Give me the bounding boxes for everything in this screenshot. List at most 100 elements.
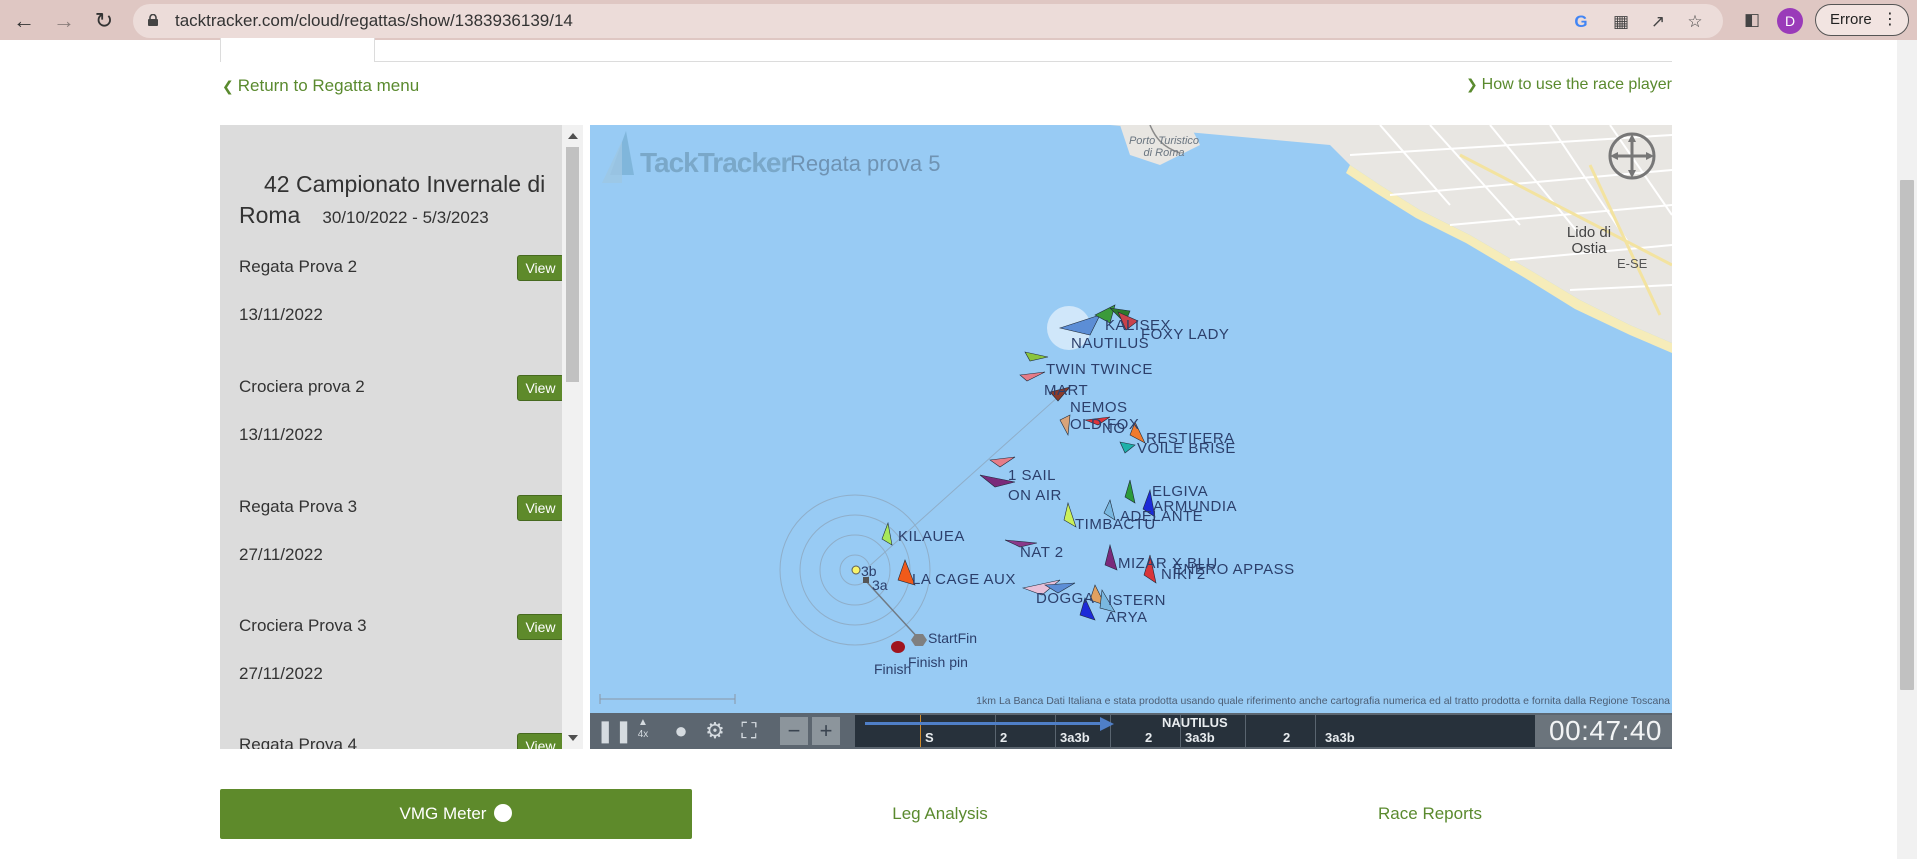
list-item: Crociera Prova 3 View 27/11/2022 (239, 614, 562, 734)
date-start: 30/10/2022 (322, 208, 408, 227)
date-separator: - (407, 208, 423, 227)
map-credit: 1km La Banca Dati Italiana e stata prodo… (590, 695, 1672, 707)
page-tab[interactable] (220, 38, 375, 62)
regatta-name: Regata Prova 2 (239, 257, 358, 276)
address-bar[interactable]: tacktracker.com/cloud/regattas/show/1383… (133, 4, 1723, 38)
scroll-up-icon[interactable] (568, 133, 578, 139)
timeline-tick (1315, 715, 1316, 747)
race-player-controls: ❚❚ ▲ 4x ● ⚙ ⛶ − + NAUTILUS S 2 3a3b 2 3a3… (590, 713, 1672, 749)
avatar[interactable]: D (1777, 8, 1803, 34)
share-icon[interactable]: ↗ (1648, 12, 1668, 32)
vmg-meter-label: VMG Meter (399, 804, 487, 823)
zoom-in-icon[interactable]: + (812, 717, 840, 745)
regatta-sidebar: 42 Campionato Invernale di Roma 30/10/202… (220, 125, 562, 749)
boat-label[interactable]: NAUTILUS (1071, 335, 1149, 352)
translate-icon[interactable]: ▦ (1611, 12, 1631, 32)
error-button[interactable]: Errore ⋮ (1815, 4, 1909, 36)
boat-label[interactable]: TIMBACTU (1075, 516, 1156, 533)
return-to-regatta-menu-link[interactable]: ❮ Return to Regatta menu (222, 76, 419, 96)
regatta-date: 27/11/2022 (239, 664, 323, 683)
list-item: Crociera prova 2 View 13/11/2022 (239, 375, 562, 495)
timeline-tick (1245, 715, 1246, 747)
race-reports-tab[interactable]: Race Reports (1340, 789, 1520, 839)
timeline-mark: 2 (1145, 730, 1153, 745)
lock-icon (148, 14, 158, 26)
sidebar-scrollbar[interactable] (562, 125, 583, 749)
forward-arrow-icon[interactable]: → (50, 8, 78, 34)
map-canvas (599, 125, 1672, 704)
boat-label[interactable]: ARYA (1106, 609, 1147, 626)
mark-label[interactable]: StartFin (928, 630, 977, 646)
date-end: 5/3/2023 (422, 208, 489, 227)
scrollbar-thumb[interactable] (566, 147, 579, 382)
more-icon: ⋮ (1882, 11, 1898, 28)
timeline-mark: 2 (1283, 730, 1291, 745)
compass-icon[interactable] (1607, 131, 1657, 181)
view-button[interactable]: View (517, 375, 562, 401)
boat-label[interactable]: KILAUEA (898, 528, 965, 545)
how-to-use-link[interactable]: ❯ How to use the race player (1466, 76, 1672, 94)
boat-label[interactable]: ISTERN (1108, 592, 1166, 609)
leg-analysis-tab[interactable]: Leg Analysis (850, 789, 1030, 839)
place-label-porto: Porto Turistico di Roma (1128, 135, 1200, 159)
scroll-down-icon[interactable] (568, 735, 578, 741)
championship-dates: 30/10/2022 - 5/3/2023 (322, 208, 488, 227)
timeline-progress (865, 722, 1105, 725)
boat-label[interactable]: ENERO APPASS (1173, 561, 1295, 578)
regatta-name: Crociera prova 2 (239, 377, 365, 396)
page-scrollbar-thumb[interactable] (1900, 180, 1914, 690)
place-label-lido: Lido di Ostia (1566, 224, 1612, 257)
view-button[interactable]: View (517, 255, 562, 281)
boat-label[interactable]: TWIN TWINCE (1046, 361, 1153, 378)
boat-label[interactable]: ON AIR (1008, 487, 1062, 504)
timeline-mark: S (925, 730, 934, 745)
person-icon[interactable]: ● (668, 717, 694, 745)
speed-button[interactable]: ▲ 4x (630, 717, 656, 745)
view-button[interactable]: View (517, 733, 562, 749)
chevron-down-icon: ❯ (1465, 76, 1478, 92)
mark-label[interactable]: Finish pin (908, 654, 968, 670)
timeline-mark: 3a3b (1185, 730, 1215, 745)
timeline-tick (1055, 715, 1056, 747)
timeline-cursor-icon[interactable] (1100, 717, 1114, 731)
view-button[interactable]: View (517, 495, 562, 521)
view-button[interactable]: View (517, 614, 562, 640)
race-map[interactable]: TackTracker Regata prova 5 Porto Turisti… (590, 125, 1672, 749)
list-item: Regata Prova 4 View (239, 733, 562, 749)
reload-icon[interactable]: ↻ (90, 8, 118, 34)
boat-label[interactable]: NEMOS (1070, 399, 1128, 416)
back-arrow-icon[interactable]: ← (10, 8, 38, 34)
error-label: Errore (1830, 11, 1872, 28)
boat-label[interactable]: 1 SAIL (1008, 467, 1056, 484)
list-item: Regata Prova 3 View 27/11/2022 (239, 495, 562, 615)
regatta-name: Crociera Prova 3 (239, 616, 367, 635)
timeline-mark: 2 (1000, 730, 1008, 745)
side-panel-icon[interactable]: ◧ (1742, 10, 1762, 30)
boat-label[interactable]: FOXY LADY (1141, 326, 1229, 343)
boat-label[interactable]: VOILE BRISE (1137, 440, 1236, 457)
boat-label[interactable]: NAT 2 (1020, 544, 1064, 561)
timeline-leader: NAUTILUS (1162, 715, 1228, 730)
fullscreen-icon[interactable]: ⛶ (736, 717, 762, 745)
zoom-out-icon[interactable]: − (780, 717, 808, 745)
mark-label[interactable]: 3a (872, 577, 888, 593)
championship-title: 42 Campionato Invernale di Roma 30/10/202… (239, 169, 549, 233)
scale-label: 1km (976, 695, 997, 707)
boat-label[interactable]: NO (1102, 420, 1126, 437)
pause-icon[interactable]: ❚❚ (596, 717, 633, 745)
timeline-mark: 3a3b (1060, 730, 1090, 745)
star-icon[interactable]: ☆ (1685, 12, 1705, 32)
race-timeline[interactable]: NAUTILUS S 2 3a3b 2 3a3b 2 3a3b (855, 715, 1535, 747)
boat-label[interactable]: MART (1044, 382, 1088, 399)
page-scrollbar[interactable] (1897, 40, 1917, 859)
vmg-meter-button[interactable]: VMG Meter (220, 789, 692, 839)
google-icon[interactable]: G (1571, 12, 1591, 32)
list-item: Regata Prova 2 View 13/11/2022 (239, 255, 562, 375)
gear-icon[interactable]: ⚙ (702, 717, 728, 745)
regatta-date: 13/11/2022 (239, 305, 323, 324)
page-tab-strip (220, 38, 1672, 62)
mark-label[interactable]: Finish (874, 661, 911, 677)
return-link-label: Return to Regatta menu (237, 76, 420, 95)
boat-label[interactable]: DOGGA (1036, 590, 1094, 607)
boat-label[interactable]: LA CAGE AUX (912, 571, 1016, 588)
